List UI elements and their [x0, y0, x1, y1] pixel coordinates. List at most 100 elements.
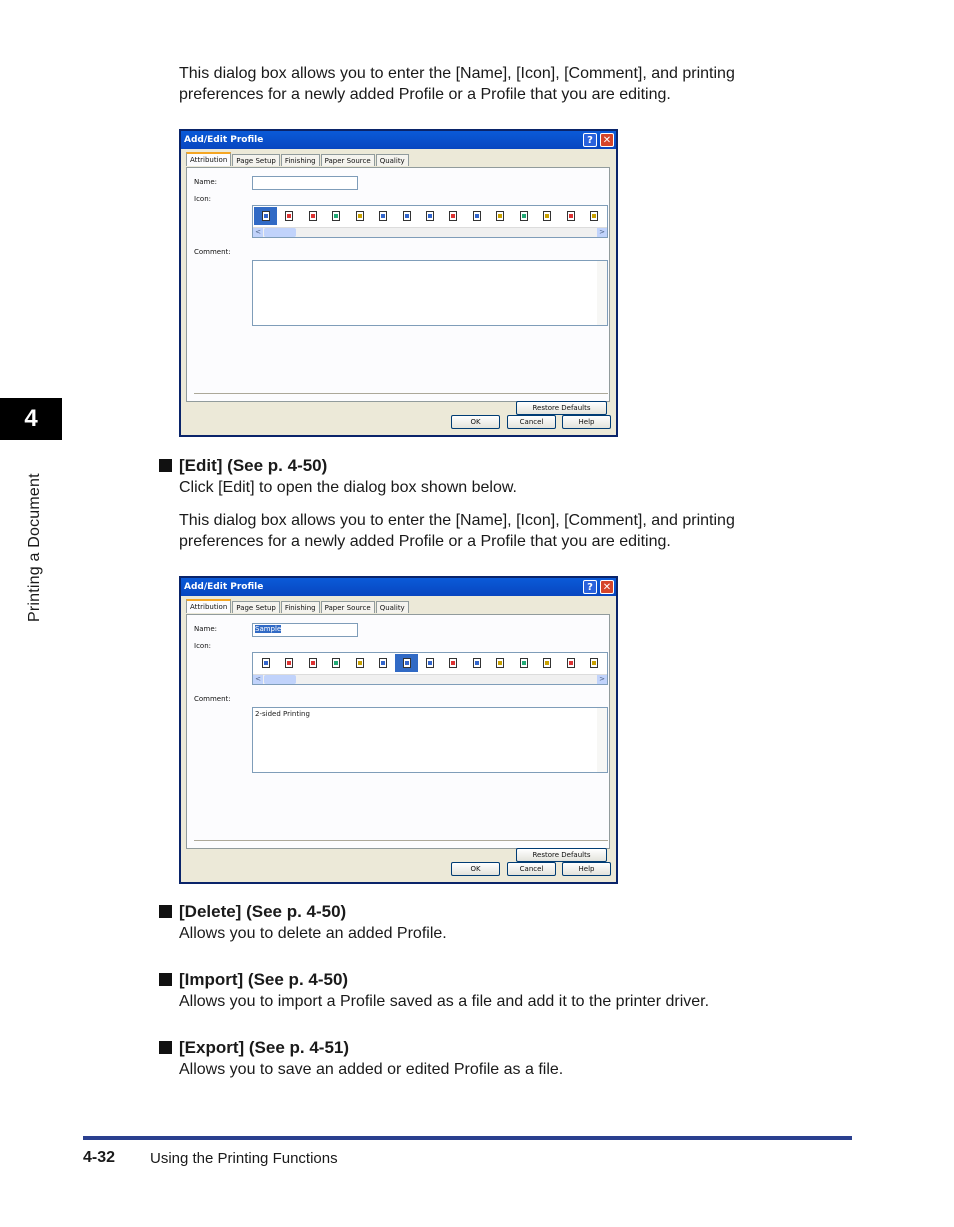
comment-textarea[interactable]	[252, 260, 608, 326]
comment-scrollbar[interactable]	[597, 261, 607, 325]
name-value: Sample	[255, 625, 282, 633]
icon-label: Icon:	[194, 642, 211, 650]
profile-icon[interactable]	[301, 654, 324, 672]
name-label: Name:	[194, 178, 218, 186]
tab-attribution[interactable]: Attribution	[186, 152, 232, 166]
dialog-title: Add/Edit Profile	[184, 582, 264, 592]
export-heading-text: [Export] (See p. 4-51)	[179, 1038, 350, 1057]
add-edit-profile-dialog-1: Add/Edit Profile ? ✕ Attribution Page Se…	[179, 129, 618, 437]
profile-icon[interactable]	[442, 207, 465, 225]
comment-scrollbar[interactable]	[597, 708, 607, 772]
help-button[interactable]: Help	[562, 415, 611, 429]
profile-icon[interactable]	[277, 654, 300, 672]
export-text: Allows you to save an added or edited Pr…	[179, 1061, 564, 1078]
intro-line-1: This dialog box allows you to enter the …	[179, 65, 735, 82]
delete-heading-text: [Delete] (See p. 4-50)	[179, 902, 347, 921]
tab-paper-source[interactable]: Paper Source	[320, 601, 375, 613]
profile-icon[interactable]	[348, 207, 371, 225]
export-heading: [Export] (See p. 4-51)	[159, 1037, 349, 1058]
dialog-titlebar: Add/Edit Profile ? ✕	[181, 131, 616, 149]
restore-defaults-button[interactable]: Restore Defaults	[516, 401, 607, 415]
page-number: 4-32	[83, 1149, 116, 1166]
tab-page-setup[interactable]: Page Setup	[232, 154, 280, 166]
profile-icon[interactable]	[418, 654, 441, 672]
edit-heading: [Edit] (See p. 4-50)	[159, 455, 327, 476]
scroll-right-icon[interactable]: >	[597, 228, 607, 237]
scroll-thumb[interactable]	[264, 675, 296, 684]
profile-icon[interactable]	[489, 207, 512, 225]
profile-icon[interactable]	[348, 654, 371, 672]
name-input[interactable]	[252, 176, 358, 190]
profile-icon[interactable]	[583, 654, 606, 672]
help-icon[interactable]: ?	[583, 133, 597, 147]
edit-paragraph: This dialog box allows you to enter the …	[179, 510, 819, 552]
tab-paper-source[interactable]: Paper Source	[320, 154, 375, 166]
scroll-left-icon[interactable]: <	[253, 675, 263, 684]
profile-icon[interactable]	[465, 654, 488, 672]
ok-button[interactable]: OK	[451, 862, 500, 876]
bullet-square-icon	[159, 459, 172, 472]
profile-icon[interactable]	[442, 654, 465, 672]
scroll-thumb[interactable]	[264, 228, 296, 237]
profile-icon[interactable]	[324, 654, 347, 672]
tab-finishing[interactable]: Finishing	[280, 154, 320, 166]
tab-attribution[interactable]: Attribution	[186, 599, 232, 613]
profile-icon[interactable]	[536, 207, 559, 225]
profile-icon[interactable]	[536, 654, 559, 672]
icon-list[interactable]: < >	[252, 652, 608, 685]
divider	[194, 840, 608, 841]
profile-icon[interactable]	[559, 207, 582, 225]
profile-icon[interactable]	[583, 207, 606, 225]
comment-label: Comment:	[194, 248, 231, 256]
bullet-square-icon	[159, 973, 172, 986]
intro-line-2: preferences for a newly added Profile or…	[179, 86, 671, 103]
profile-icon[interactable]	[512, 654, 535, 672]
profile-icon[interactable]	[324, 207, 347, 225]
profile-icon[interactable]	[512, 207, 535, 225]
scroll-left-icon[interactable]: <	[253, 228, 263, 237]
restore-defaults-button[interactable]: Restore Defaults	[516, 848, 607, 862]
icon-scrollbar[interactable]: < >	[253, 227, 607, 237]
profile-icon[interactable]	[277, 207, 300, 225]
profile-icon[interactable]	[254, 654, 277, 672]
profile-icon[interactable]	[371, 207, 394, 225]
comment-value: 2-sided Printing	[255, 710, 310, 718]
edit-text-1: Click [Edit] to open the dialog box show…	[179, 479, 517, 496]
footer-section-title: Using the Printing Functions	[150, 1150, 338, 1167]
chapter-number-tab: 4	[0, 398, 62, 440]
edit-heading-text: [Edit] (See p. 4-50)	[179, 456, 328, 475]
profile-icon[interactable]	[489, 654, 512, 672]
icon-list[interactable]: < >	[252, 205, 608, 238]
name-input[interactable]: Sample	[252, 623, 358, 637]
bullet-square-icon	[159, 905, 172, 918]
ok-button[interactable]: OK	[451, 415, 500, 429]
close-icon[interactable]: ✕	[600, 133, 614, 147]
profile-icon[interactable]	[559, 654, 582, 672]
import-text: Allows you to import a Profile saved as …	[179, 993, 710, 1010]
footer-rule	[83, 1136, 852, 1140]
tab-quality[interactable]: Quality	[375, 154, 409, 166]
scroll-right-icon[interactable]: >	[597, 675, 607, 684]
comment-textarea[interactable]: 2-sided Printing	[252, 707, 608, 773]
profile-icon[interactable]	[465, 207, 488, 225]
profile-icon[interactable]	[395, 207, 418, 225]
name-label: Name:	[194, 625, 218, 633]
tab-page-setup[interactable]: Page Setup	[232, 601, 280, 613]
tab-quality[interactable]: Quality	[375, 601, 409, 613]
profile-icon[interactable]	[394, 654, 419, 672]
help-icon[interactable]: ?	[583, 580, 597, 594]
dialog-titlebar: Add/Edit Profile ? ✕	[181, 578, 616, 596]
cancel-button[interactable]: Cancel	[507, 415, 556, 429]
attribution-panel: Name: Sample Icon: < > Comment: 2-sided …	[186, 614, 610, 862]
close-icon[interactable]: ✕	[600, 580, 614, 594]
cancel-button[interactable]: Cancel	[507, 862, 556, 876]
profile-icon[interactable]	[254, 207, 278, 225]
delete-text: Allows you to delete an added Profile.	[179, 925, 447, 942]
tab-finishing[interactable]: Finishing	[280, 601, 320, 613]
help-button[interactable]: Help	[562, 862, 611, 876]
profile-icon[interactable]	[301, 207, 324, 225]
icon-scrollbar[interactable]: < >	[253, 674, 607, 684]
dialog-title: Add/Edit Profile	[184, 135, 264, 145]
profile-icon[interactable]	[418, 207, 441, 225]
profile-icon[interactable]	[371, 654, 394, 672]
